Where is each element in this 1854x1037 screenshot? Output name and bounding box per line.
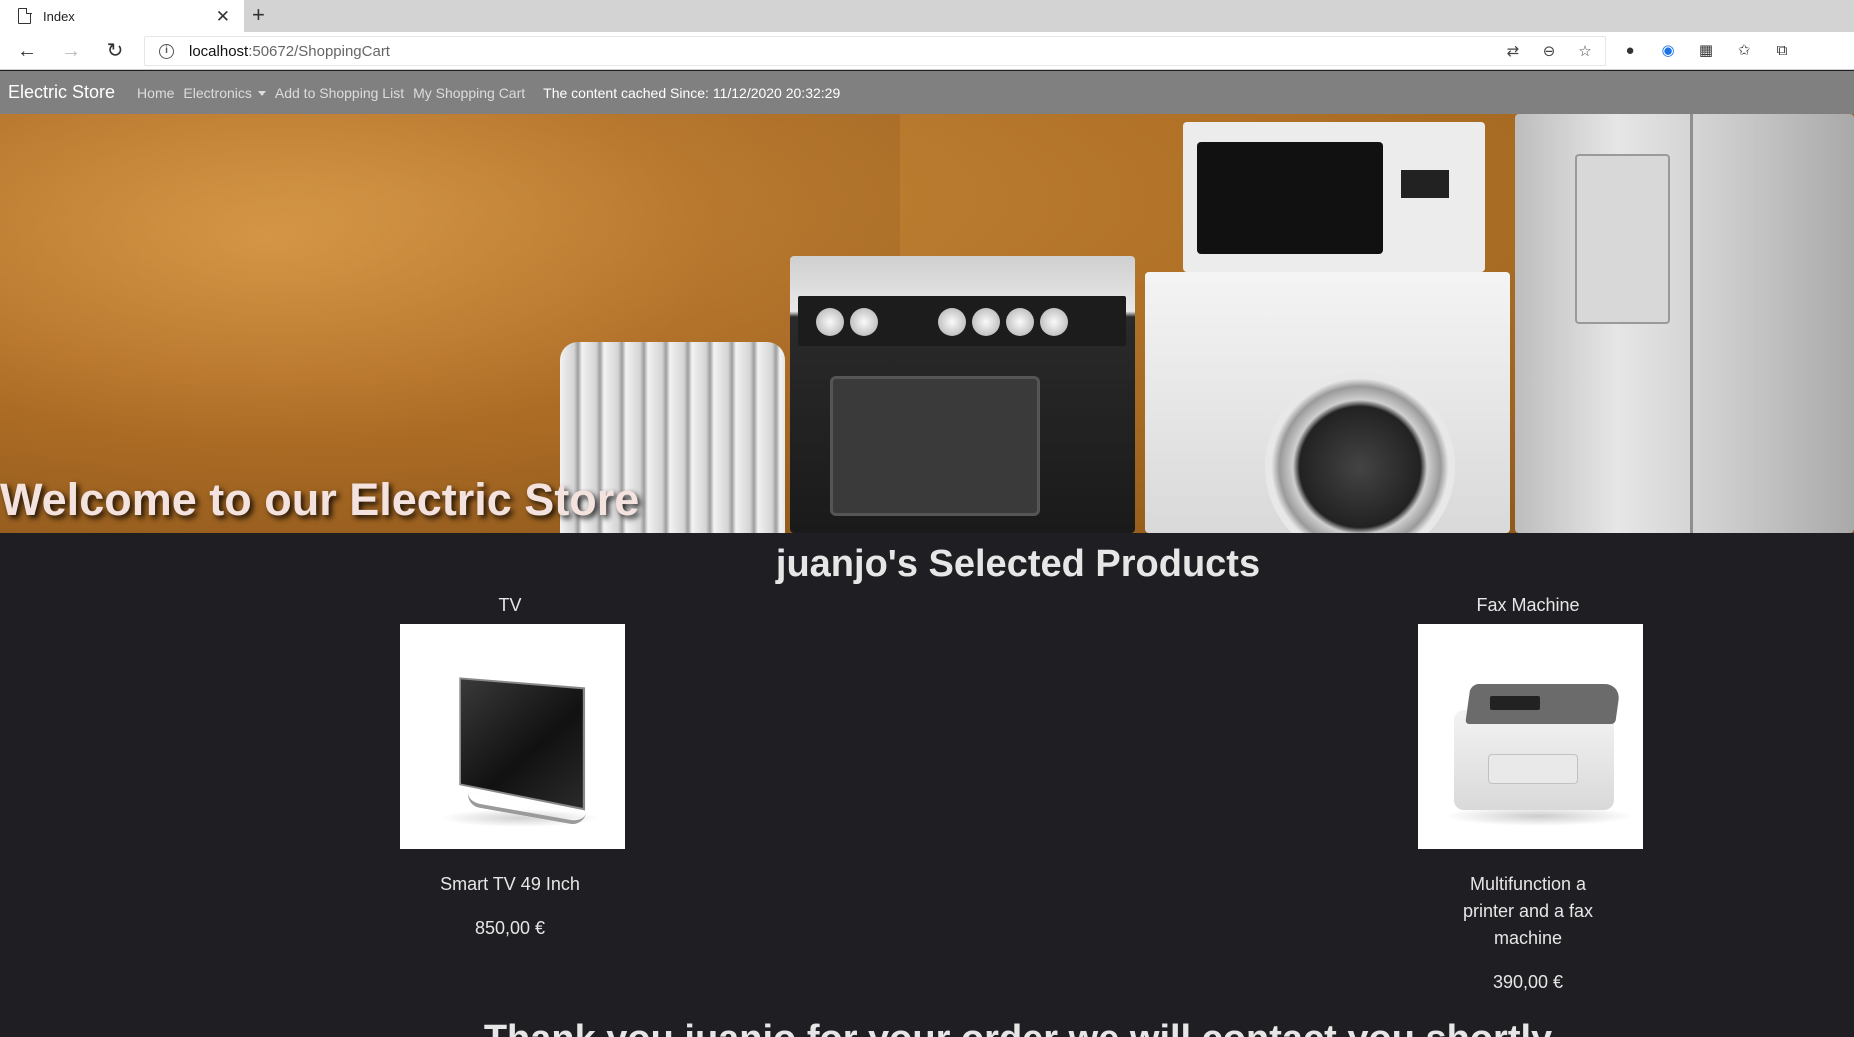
chevron-down-icon: [257, 91, 266, 97]
product-price: 850,00 €: [474, 918, 546, 938]
url-text[interactable]: localhost:50672/ShoppingCart: [189, 43, 390, 60]
stove-image: [790, 256, 1135, 533]
nav-add-to-shopping-list[interactable]: Add to Shopping List: [275, 85, 404, 101]
translate-icon[interactable]: ⇄: [1503, 42, 1523, 62]
brand-link[interactable]: Electric Store: [8, 82, 115, 103]
product-card: Fax Machine Multifunction a printer and …: [1418, 595, 1643, 993]
collections-icon[interactable]: ⧉: [1772, 41, 1792, 61]
microwave-image: [1183, 122, 1485, 272]
favorite-star-icon[interactable]: ☆: [1575, 42, 1595, 62]
close-tab-icon[interactable]: ✕: [216, 8, 230, 25]
browser-tab-strip: Index ✕ +: [0, 0, 1854, 32]
hero-banner: Welcome to our Electric Store: [0, 114, 1854, 533]
thank-you-message: Thank you juanjo for your order we will …: [0, 1018, 1854, 1037]
fax-machine-image: [1418, 624, 1643, 849]
nav-electronics-dropdown[interactable]: Electronics: [183, 85, 266, 101]
browser-tab[interactable]: Index ✕: [0, 0, 244, 32]
document-icon: [18, 7, 32, 24]
new-tab-button[interactable]: +: [252, 4, 265, 26]
extension-target-icon[interactable]: ◉: [1658, 41, 1678, 61]
address-bar[interactable]: i localhost:50672/ShoppingCart ⇄ ⊖ ☆: [144, 36, 1606, 66]
hero-title: Welcome to our Electric Store: [0, 474, 640, 525]
product-name: TV: [498, 595, 522, 615]
product-name: Fax Machine: [1476, 595, 1580, 615]
tab-title: Index: [43, 8, 75, 24]
washing-machine-image: [1145, 272, 1510, 533]
favorites-list-icon[interactable]: ✩: [1734, 41, 1754, 61]
forward-arrow-icon[interactable]: →: [58, 38, 84, 64]
product-card: TV Smart TV 49 Inch 850,00 €: [400, 595, 625, 939]
refresh-icon[interactable]: ↻: [102, 38, 128, 64]
product-price: 390,00 €: [1492, 972, 1564, 992]
site-info-icon[interactable]: i: [159, 44, 174, 59]
nav-home[interactable]: Home: [137, 85, 174, 101]
nav-my-shopping-cart[interactable]: My Shopping Cart: [413, 85, 525, 101]
product-description: Multifunction a printer and a fax machin…: [1462, 874, 1594, 948]
site-navbar: Electric Store Home Electronics Add to S…: [0, 71, 1854, 114]
product-description: Smart TV 49 Inch: [440, 874, 580, 894]
main-content: juanjo's Selected Products TV Smart TV 4…: [0, 533, 1854, 1037]
fridge-image: [1515, 114, 1854, 533]
extension-badge-icon[interactable]: ▦: [1696, 41, 1716, 61]
tv-image: [400, 624, 625, 849]
section-title: juanjo's Selected Products: [775, 543, 1261, 585]
back-arrow-icon[interactable]: ←: [14, 38, 40, 64]
cache-timestamp: The content cached Since: 11/12/2020 20:…: [543, 84, 841, 101]
zoom-out-icon[interactable]: ⊖: [1539, 42, 1559, 62]
browser-toolbar: ← → ↻ i localhost:50672/ShoppingCart ⇄ ⊖…: [0, 32, 1854, 70]
extension-bulb-icon[interactable]: ●: [1620, 41, 1640, 61]
